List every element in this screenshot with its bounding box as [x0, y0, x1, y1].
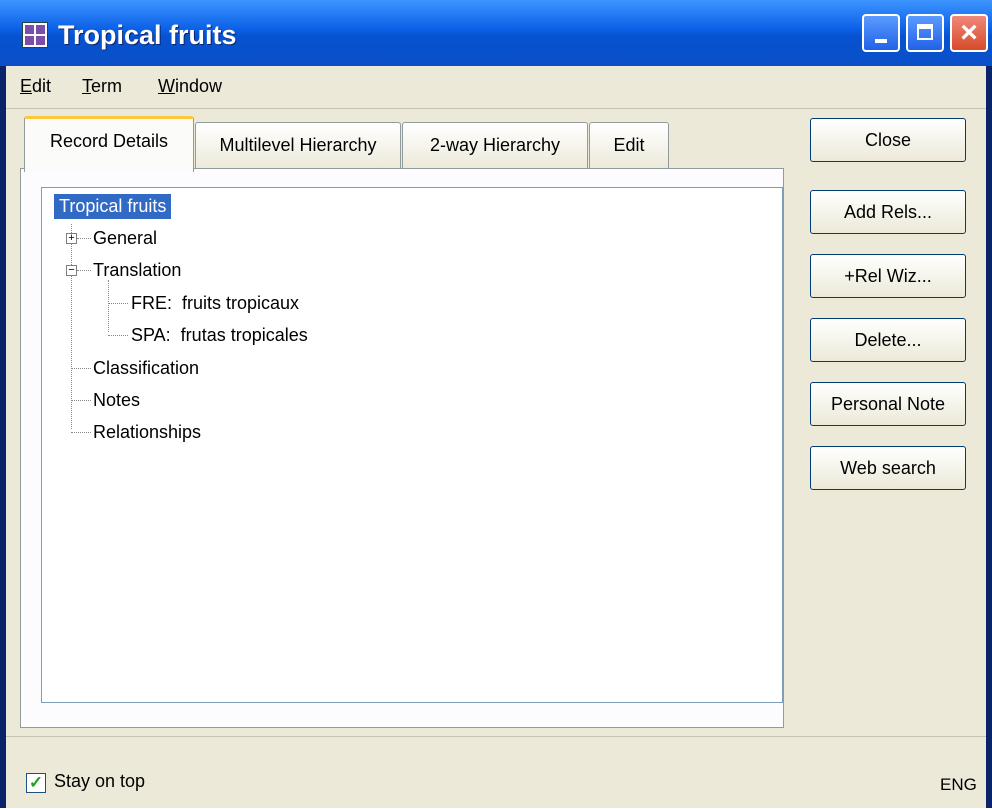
- delete-button[interactable]: Delete...: [810, 318, 966, 362]
- web-search-button[interactable]: Web search: [810, 446, 966, 490]
- tree-line: [71, 400, 91, 401]
- rel-wiz-button[interactable]: +Rel Wiz...: [810, 254, 966, 298]
- tree-line: [71, 368, 91, 369]
- window-title: Tropical fruits: [58, 20, 237, 50]
- menu-term[interactable]: Term: [82, 76, 122, 97]
- menu-window-rest: indow: [175, 76, 223, 96]
- personal-note-button[interactable]: Personal Note: [810, 382, 966, 426]
- tree-root-selected[interactable]: Tropical fruits: [54, 194, 172, 219]
- menu-window[interactable]: Window: [158, 76, 222, 97]
- tree-node-general[interactable]: General: [93, 228, 157, 249]
- tree-node-classification[interactable]: Classification: [93, 358, 199, 379]
- record-tree[interactable]: Tropical fruits + General − Translation …: [41, 187, 783, 703]
- window-close-button[interactable]: ×: [950, 14, 988, 52]
- maximize-button[interactable]: [906, 14, 944, 52]
- tab-multilevel-hierarchy[interactable]: Multilevel Hierarchy: [195, 122, 401, 170]
- client-area: Edit Term Window Record Details Multilev…: [6, 66, 986, 808]
- title-bar[interactable]: Tropical fruits ×: [0, 0, 992, 66]
- tab-2way-hierarchy-label: 2-way Hierarchy: [429, 135, 561, 155]
- tree-line: [71, 224, 72, 429]
- tree-node-relationships[interactable]: Relationships: [93, 422, 201, 443]
- app-icon: [22, 22, 48, 48]
- collapse-minus-icon[interactable]: −: [66, 265, 77, 276]
- minimize-button[interactable]: [862, 14, 900, 52]
- close-icon: ×: [960, 16, 978, 49]
- tree-line: [108, 280, 109, 332]
- app-window: Tropical fruits × Edit Term Window Recor…: [0, 0, 992, 808]
- tree-node-translation[interactable]: Translation: [93, 260, 181, 281]
- tree-line: [108, 303, 128, 304]
- tree-line: [77, 270, 91, 271]
- tree-node-fre[interactable]: FRE: fruits tropicaux: [131, 293, 299, 314]
- status-bar: ✓ Stay on top ENG: [6, 736, 986, 809]
- menu-term-rest: erm: [91, 76, 122, 96]
- stay-on-top-label[interactable]: Stay on top: [54, 771, 145, 792]
- tab-2way-hierarchy[interactable]: 2-way Hierarchy: [402, 122, 588, 170]
- checkmark-icon: ✓: [28, 773, 44, 792]
- tree-line: [77, 238, 91, 239]
- tab-record-details[interactable]: Record Details: [24, 116, 194, 172]
- tree-line: [108, 335, 128, 336]
- tree-node-notes[interactable]: Notes: [93, 390, 140, 411]
- stay-on-top-checkbox[interactable]: ✓: [26, 773, 46, 793]
- tab-multilevel-hierarchy-label: Multilevel Hierarchy: [219, 135, 377, 155]
- expand-plus-icon[interactable]: +: [66, 233, 77, 244]
- menu-edit-rest: dit: [32, 76, 52, 96]
- maximize-icon: [917, 24, 933, 40]
- add-rels-button[interactable]: Add Rels...: [810, 190, 966, 234]
- menu-edit[interactable]: Edit: [20, 76, 51, 97]
- tree-node-spa[interactable]: SPA: frutas tropicales: [131, 325, 308, 346]
- menu-bar: Edit Term Window: [6, 66, 986, 109]
- tree-line: [71, 432, 91, 433]
- tab-edit[interactable]: Edit: [589, 122, 669, 170]
- tab-record-details-label: Record Details: [49, 131, 169, 151]
- close-button[interactable]: Close: [810, 118, 966, 162]
- language-indicator: ENG: [940, 775, 977, 794]
- minimize-icon: [875, 39, 887, 43]
- tab-edit-label: Edit: [613, 135, 645, 155]
